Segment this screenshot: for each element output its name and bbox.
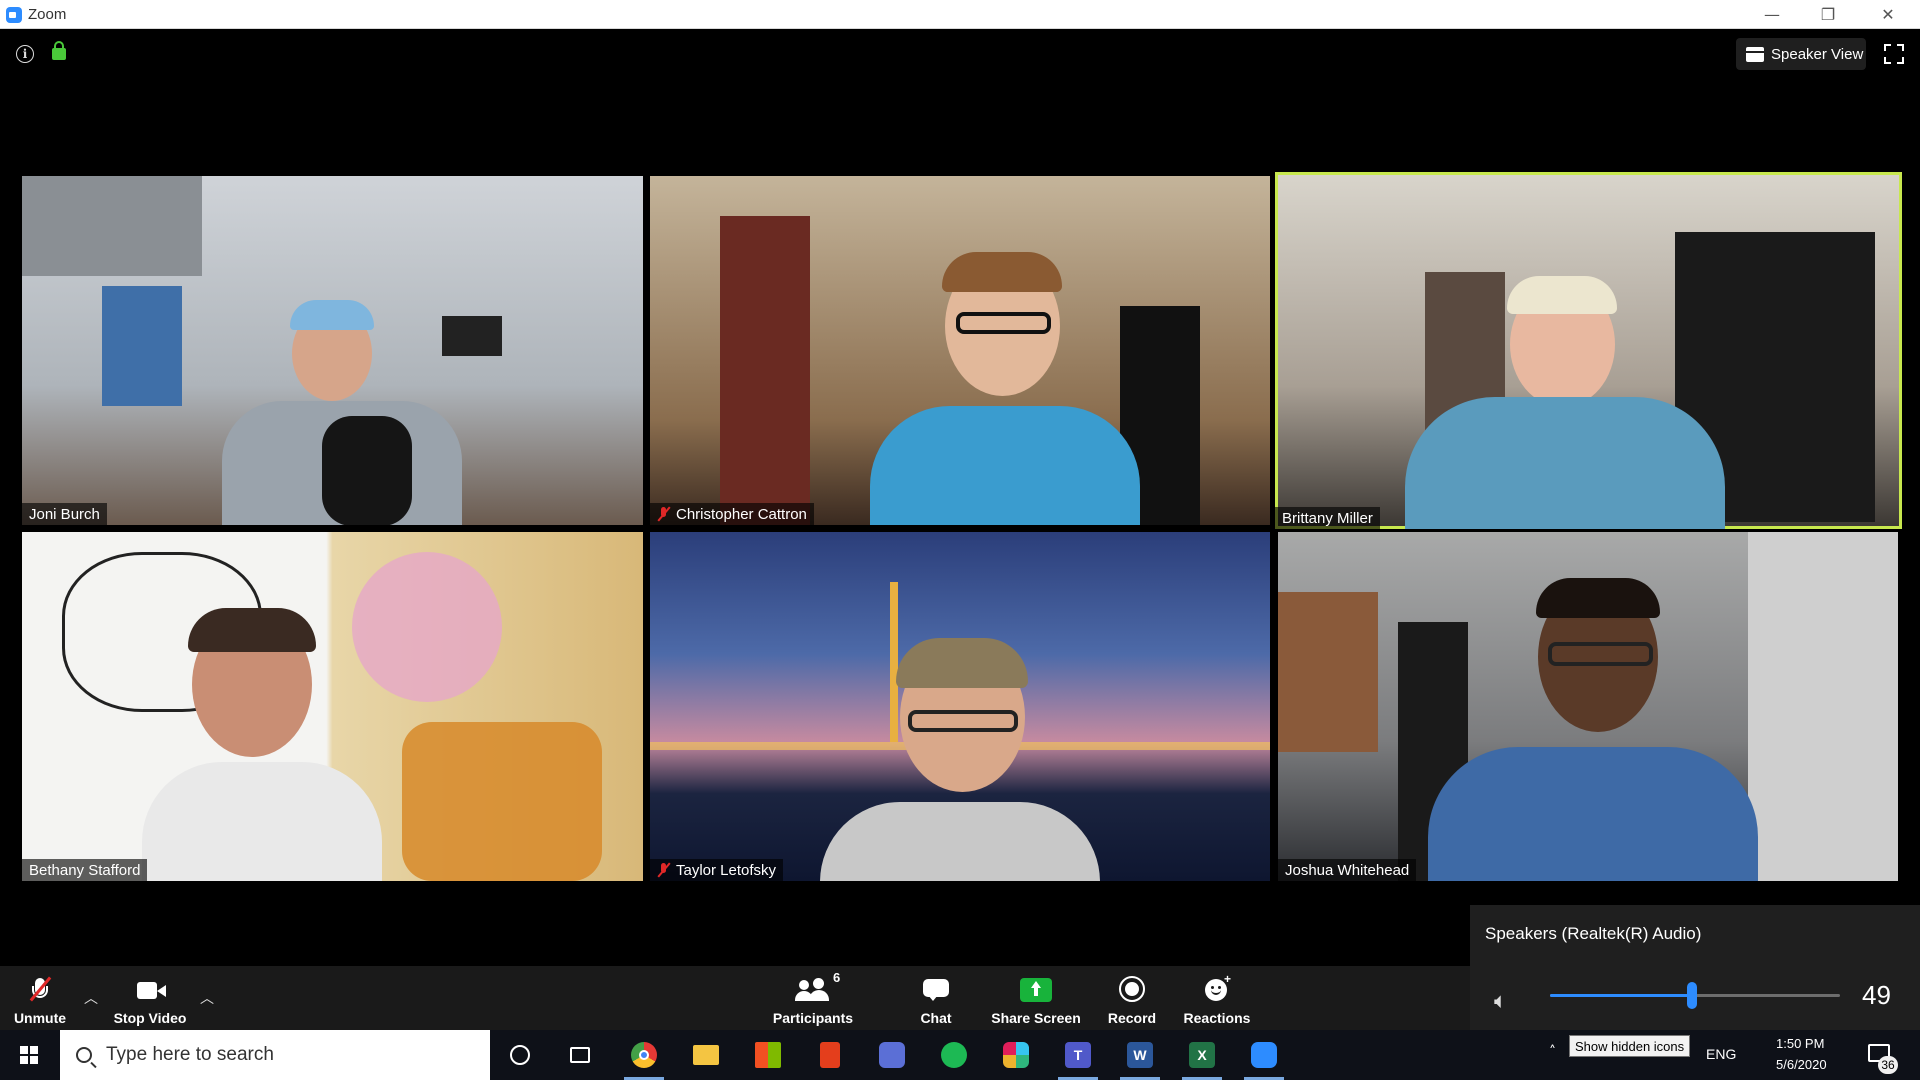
share-screen-icon bbox=[1020, 976, 1052, 1004]
reactions-smiley-icon: + bbox=[1202, 972, 1232, 1004]
chat-button[interactable]: Chat bbox=[906, 966, 966, 1030]
messaging-app-icon[interactable] bbox=[864, 1030, 920, 1080]
participant-name-tag: Taylor Letofsky bbox=[650, 859, 784, 881]
minimize-button[interactable]: — bbox=[1744, 0, 1800, 29]
start-button[interactable] bbox=[0, 1030, 58, 1080]
volume-slider-fill bbox=[1550, 994, 1693, 997]
chrome-icon[interactable] bbox=[616, 1030, 672, 1080]
video-tile[interactable]: Christopher Cattron bbox=[650, 176, 1270, 525]
speaker-view-icon bbox=[1746, 46, 1764, 62]
muted-mic-icon bbox=[25, 976, 55, 1004]
share-screen-label: Share Screen bbox=[991, 1010, 1081, 1026]
participant-name-tag: Bethany Stafford bbox=[22, 859, 148, 881]
clock-date[interactable]: 5/6/2020 bbox=[1776, 1057, 1827, 1072]
zoom-app-icon bbox=[6, 7, 22, 23]
speaker-view-label: Speaker View bbox=[1771, 45, 1864, 63]
stop-video-button[interactable]: Stop Video bbox=[106, 966, 194, 1030]
share-screen-button[interactable]: Share Screen bbox=[988, 966, 1084, 1030]
encryption-lock-icon[interactable] bbox=[52, 41, 66, 60]
restore-button[interactable]: ❐ bbox=[1800, 0, 1856, 29]
participants-label: Participants bbox=[772, 1010, 854, 1026]
video-camera-icon bbox=[135, 976, 166, 1004]
microsoft-teams-icon[interactable]: T bbox=[1050, 1030, 1106, 1080]
windows-logo-icon bbox=[20, 1046, 39, 1065]
office-icon[interactable] bbox=[802, 1030, 858, 1080]
search-icon bbox=[76, 1047, 92, 1063]
microsoft-store-icon[interactable] bbox=[740, 1030, 796, 1080]
search-placeholder: Type here to search bbox=[106, 1044, 274, 1065]
record-label: Record bbox=[1107, 1010, 1157, 1026]
spotify-icon[interactable] bbox=[926, 1030, 982, 1080]
chat-label: Chat bbox=[920, 1010, 952, 1026]
close-button[interactable]: ✕ bbox=[1860, 0, 1916, 29]
participants-count: 6 bbox=[833, 970, 841, 985]
slack-icon[interactable] bbox=[988, 1030, 1044, 1080]
speaker-view-button[interactable]: Speaker View bbox=[1736, 38, 1866, 70]
volume-slider[interactable] bbox=[1550, 982, 1840, 1009]
zoom-taskbar-icon[interactable] bbox=[1236, 1030, 1292, 1080]
participant-name: Taylor Letofsky bbox=[676, 861, 777, 879]
video-tile[interactable]: Joni Burch bbox=[22, 176, 643, 525]
microsoft-excel-icon[interactable]: X bbox=[1174, 1030, 1230, 1080]
record-icon bbox=[1117, 976, 1147, 1004]
participant-name-tag: Joni Burch bbox=[22, 503, 107, 525]
stop-video-label: Stop Video bbox=[113, 1010, 187, 1026]
participant-name-tag: Joshua Whitehead bbox=[1278, 859, 1417, 881]
video-options-chevron-up-icon[interactable]: ︿ bbox=[196, 966, 218, 1030]
muted-mic-icon bbox=[657, 863, 671, 877]
meeting-info-icon[interactable]: i bbox=[16, 45, 34, 63]
video-tile[interactable]: Bethany Stafford bbox=[22, 532, 643, 881]
chat-bubble-icon bbox=[921, 976, 951, 1004]
participant-name-tag: Christopher Cattron bbox=[650, 503, 814, 525]
reactions-label: Reactions bbox=[1183, 1010, 1251, 1026]
window-title: Zoom bbox=[28, 6, 67, 23]
reactions-button[interactable]: + Reactions bbox=[1180, 966, 1254, 1030]
show-hidden-icons-chevron-up-icon[interactable]: ˄ bbox=[1549, 1044, 1556, 1060]
participant-name: Brittany Miller bbox=[1282, 509, 1373, 527]
participant-name: Bethany Stafford bbox=[29, 861, 141, 879]
participants-button[interactable]: Participants bbox=[770, 966, 856, 1030]
volume-slider-thumb[interactable] bbox=[1687, 982, 1698, 1009]
taskbar-search-box[interactable]: Type here to search bbox=[60, 1030, 490, 1080]
fullscreen-icon[interactable] bbox=[1884, 44, 1904, 64]
clock-time[interactable]: 1:50 PM bbox=[1776, 1036, 1824, 1051]
microsoft-word-icon[interactable]: W bbox=[1112, 1030, 1168, 1080]
speaker-volume-popup: Speakers (Realtek(R) Audio) 🔈︎ 49 bbox=[1470, 905, 1920, 1030]
input-language[interactable]: ENG bbox=[1706, 1046, 1736, 1062]
volume-value: 49 bbox=[1862, 980, 1891, 1010]
video-tile-active-speaker[interactable]: Brittany Miller bbox=[1275, 172, 1902, 529]
cortana-icon[interactable] bbox=[492, 1030, 548, 1080]
title-bar: Zoom — ❐ ✕ bbox=[0, 0, 1920, 29]
participant-name: Christopher Cattron bbox=[676, 505, 807, 523]
audio-options-chevron-up-icon[interactable]: ︿ bbox=[80, 966, 102, 1030]
participants-icon bbox=[795, 976, 831, 1004]
notification-count-badge: 36 bbox=[1878, 1056, 1898, 1074]
task-view-icon[interactable] bbox=[552, 1030, 608, 1080]
participant-name: Joni Burch bbox=[29, 505, 100, 523]
speaker-volume-icon[interactable]: 🔈︎ bbox=[1494, 989, 1507, 1014]
file-explorer-icon[interactable] bbox=[678, 1030, 734, 1080]
video-tile[interactable]: Joshua Whitehead bbox=[1278, 532, 1898, 881]
video-tile[interactable]: Taylor Letofsky bbox=[650, 532, 1270, 881]
speaker-device-name: Speakers (Realtek(R) Audio) bbox=[1485, 924, 1702, 943]
show-hidden-icons-tooltip: Show hidden icons bbox=[1569, 1035, 1691, 1057]
participant-name-tag: Brittany Miller bbox=[1275, 507, 1380, 529]
unmute-button[interactable]: Unmute bbox=[6, 966, 74, 1030]
participant-name: Joshua Whitehead bbox=[1285, 861, 1410, 879]
muted-mic-icon bbox=[657, 507, 671, 521]
unmute-label: Unmute bbox=[13, 1010, 67, 1026]
record-button[interactable]: Record bbox=[1102, 966, 1162, 1030]
